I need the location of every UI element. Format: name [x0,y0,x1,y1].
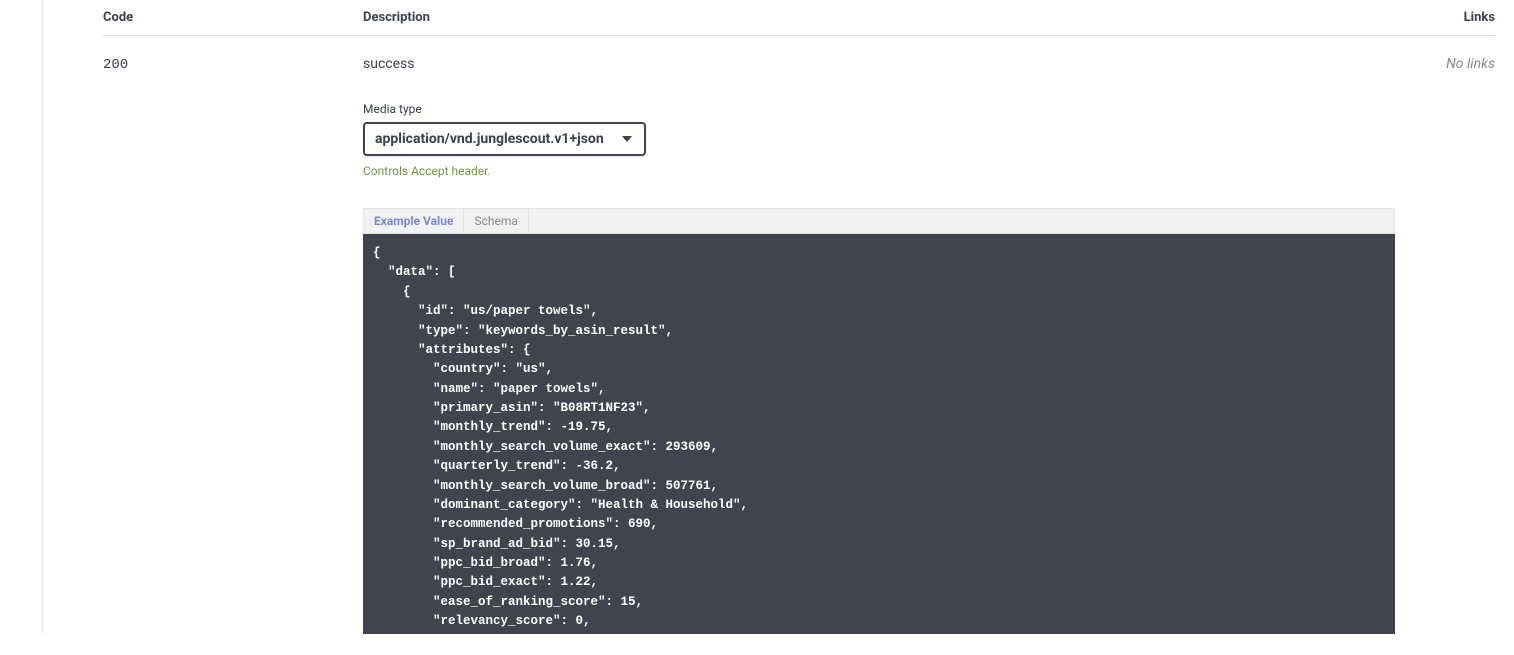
media-type-select-wrap: application/vnd.junglescout.v1+json [363,122,646,156]
response-description-cell: success Media type application/vnd.jungl… [363,56,1395,634]
responses-table: Code Description Links 200 success Media… [103,0,1495,634]
response-links-cell: No links [1395,56,1495,634]
response-code-cell: 200 [103,56,363,634]
no-links-text: No links [1446,56,1495,72]
header-code: Code [103,10,363,25]
response-description: success [363,56,1395,72]
header-description: Description [363,10,1395,25]
tab-example-value[interactable]: Example Value [364,209,464,233]
responses-section: Code Description Links 200 success Media… [42,0,1514,634]
tab-schema[interactable]: Schema [464,209,528,233]
accept-header-hint: Controls Accept header. [363,164,1395,178]
media-type-select[interactable]: application/vnd.junglescout.v1+json [363,122,646,156]
media-type-label: Media type [363,102,1395,116]
example-code-block[interactable]: { "data": [ { "id": "us/paper towels", "… [363,234,1395,634]
example-json: { "data": [ { "id": "us/paper towels", "… [373,244,1385,632]
header-links: Links [1395,10,1495,25]
responses-table-header: Code Description Links [103,0,1495,36]
response-row-200: 200 success Media type application/vnd.j… [103,36,1495,634]
example-schema-tabs: Example Value Schema [363,208,1395,234]
response-code: 200 [103,57,128,73]
